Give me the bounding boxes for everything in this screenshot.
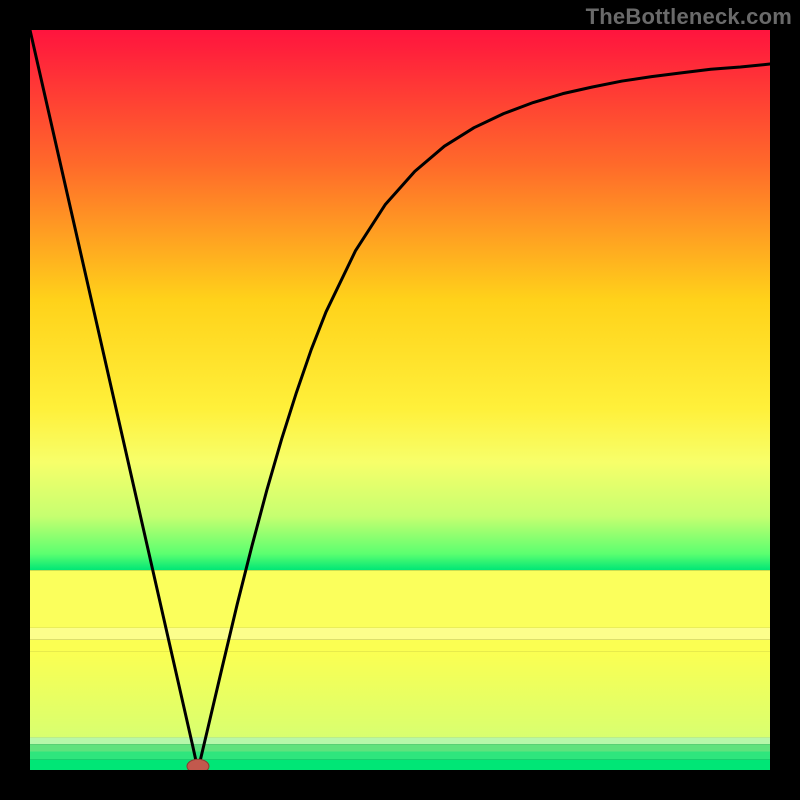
watermark-label: TheBottleneck.com (586, 4, 792, 30)
minimum-marker (187, 759, 209, 770)
plot-area (30, 30, 770, 770)
bottleneck-curve (30, 30, 770, 770)
chart-frame: TheBottleneck.com (0, 0, 800, 800)
curve-layer (30, 30, 770, 770)
